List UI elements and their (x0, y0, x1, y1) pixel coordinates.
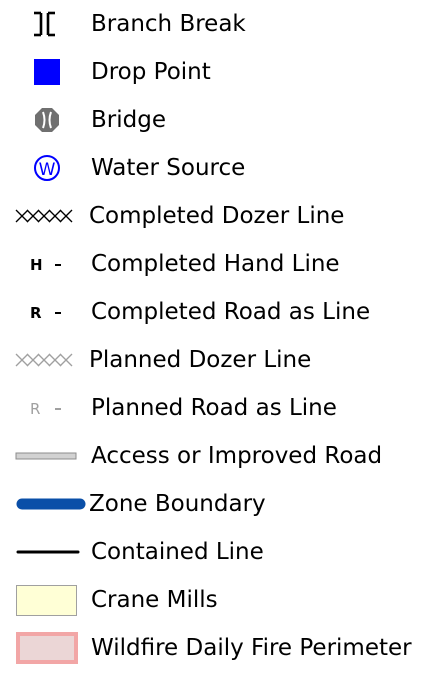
fire-perimeter-icon (10, 624, 86, 672)
legend-label: Planned Road as Line (91, 395, 337, 421)
legend-item-fire-perimeter: Wildfire Daily Fire Perimeter (0, 624, 438, 672)
legend-label: Drop Point (91, 59, 211, 85)
water-source-letter: W (39, 160, 56, 180)
drop-point-icon (10, 48, 86, 96)
completed-road-line-icon: R (10, 288, 86, 336)
legend-item-completed-hand-line: H Completed Hand Line (0, 240, 438, 288)
legend-label: Wildfire Daily Fire Perimeter (91, 635, 412, 661)
legend-item-water-source: W Water Source (0, 144, 438, 192)
legend-item-planned-dozer-line: Planned Dozer Line (0, 336, 438, 384)
access-road-icon (10, 432, 86, 480)
bridge-icon (10, 96, 86, 144)
legend-label: Contained Line (91, 539, 264, 565)
legend-item-bridge: Bridge (0, 96, 438, 144)
legend-item-completed-road-line: R Completed Road as Line (0, 288, 438, 336)
legend-item-contained-line: Contained Line (0, 528, 438, 576)
legend-label: Completed Road as Line (91, 299, 371, 325)
legend-label: Zone Boundary (89, 491, 266, 517)
legend-label: Branch Break (91, 11, 246, 37)
legend-item-access-road: Access or Improved Road (0, 432, 438, 480)
legend-label: Completed Dozer Line (89, 203, 345, 229)
branch-break-icon (10, 0, 86, 48)
legend-label: Access or Improved Road (91, 443, 383, 469)
crane-mills-icon (10, 576, 86, 624)
hand-line-letter: H (30, 256, 43, 274)
legend-label: Bridge (91, 107, 166, 133)
legend-item-planned-road-line: R Planned Road as Line (0, 384, 438, 432)
legend-label: Completed Hand Line (91, 251, 340, 277)
completed-hand-line-icon: H (10, 240, 86, 288)
map-legend: Branch Break Drop Point Bridge W Water S… (0, 0, 438, 678)
planned-dozer-line-icon (10, 336, 86, 384)
legend-label: Water Source (91, 155, 246, 181)
planned-road-letter: R (30, 400, 40, 418)
zone-boundary-icon (10, 480, 86, 528)
contained-line-icon (10, 528, 86, 576)
legend-label: Planned Dozer Line (89, 347, 312, 373)
legend-item-zone-boundary: Zone Boundary (0, 480, 438, 528)
completed-dozer-line-icon (10, 192, 86, 240)
planned-road-line-icon: R (10, 384, 86, 432)
legend-item-drop-point: Drop Point (0, 48, 438, 96)
road-line-letter: R (30, 304, 42, 322)
legend-item-completed-dozer-line: Completed Dozer Line (0, 192, 438, 240)
water-source-icon: W (10, 144, 86, 192)
legend-item-crane-mills: Crane Mills (0, 576, 438, 624)
legend-label: Crane Mills (91, 587, 218, 613)
legend-item-branch-break: Branch Break (0, 0, 438, 48)
